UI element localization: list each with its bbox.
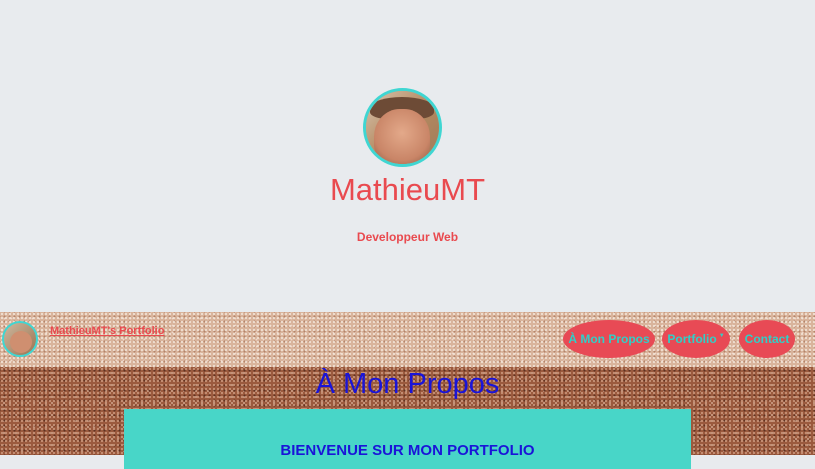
welcome-text: BIENVENUE SUR MON PORTFOLIO	[280, 442, 535, 459]
profile-name: MathieuMT	[329, 172, 486, 207]
nav-item-label: Portfolio	[667, 332, 717, 346]
nav-avatar[interactable]	[2, 321, 38, 357]
profile-subtitle: Developpeur Web	[356, 230, 459, 244]
welcome-card: BIENVENUE SUR MON PORTFOLIO	[124, 409, 691, 469]
nav-item-portfolio[interactable]: Portfolio ▼	[662, 320, 730, 358]
navbar: MathieuMT's Portfolio À Mon Propos Portf…	[0, 312, 815, 367]
section-title: À Mon Propos	[315, 368, 500, 400]
nav-item-label: À Mon Propos	[568, 332, 650, 346]
dropdown-caret-icon: ▼	[718, 333, 725, 339]
nav-item-a-mon-propos[interactable]: À Mon Propos	[563, 320, 655, 358]
nav-brand-link[interactable]: MathieuMT's Portfolio	[50, 325, 164, 337]
profile-avatar	[363, 88, 442, 167]
nav-item-label: Contact	[744, 332, 790, 346]
hero-header: MathieuMT Developpeur Web	[0, 0, 815, 312]
about-section: À Mon Propos BIENVENUE SUR MON PORTFOLIO	[0, 367, 815, 469]
nav-item-contact[interactable]: Contact	[739, 320, 795, 358]
